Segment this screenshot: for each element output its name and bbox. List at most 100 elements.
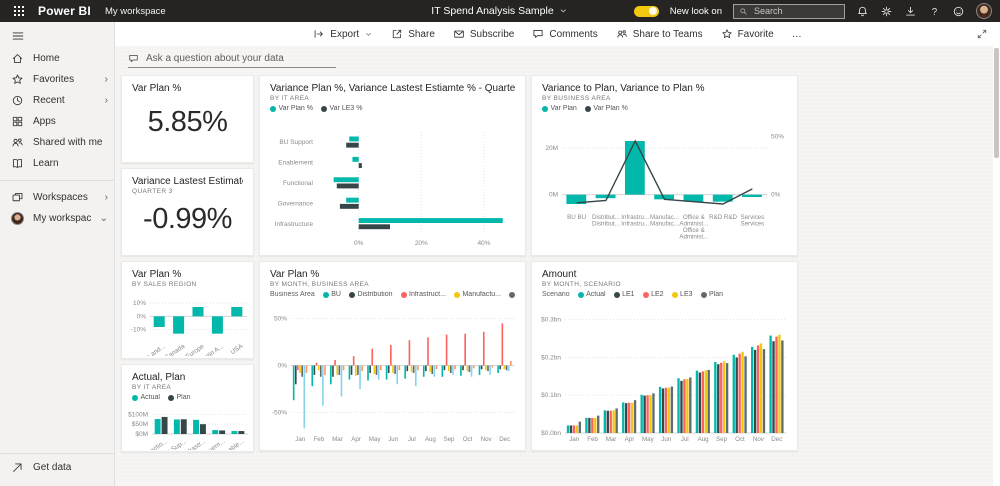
feedback-icon[interactable] bbox=[952, 5, 965, 18]
sidebar-item-shared-with-me[interactable]: Shared with me bbox=[0, 132, 114, 153]
sidebar-item-my-workspace[interactable]: My workspace⌄ bbox=[0, 208, 114, 229]
scrollbar-thumb[interactable] bbox=[994, 48, 999, 158]
book-icon bbox=[11, 157, 24, 170]
sidebar-divider bbox=[0, 180, 114, 181]
legend-dot bbox=[614, 292, 620, 298]
favorite-icon bbox=[721, 28, 733, 40]
tile-title: Var Plan % bbox=[132, 83, 243, 94]
divider bbox=[0, 453, 114, 454]
svg-text:Nov: Nov bbox=[753, 436, 765, 443]
new-look-toggle[interactable] bbox=[634, 6, 659, 17]
svg-text:Oct: Oct bbox=[463, 436, 473, 443]
profile-avatar[interactable] bbox=[976, 3, 992, 19]
svg-text:$0.0bn: $0.0bn bbox=[541, 430, 561, 437]
legend-item: Manufactu... bbox=[454, 291, 501, 298]
sidebar-item-recent[interactable]: Recent› bbox=[0, 90, 114, 111]
toolbar-item-label: Share bbox=[408, 29, 435, 40]
legend-dot bbox=[454, 292, 460, 298]
sidebar-item-apps[interactable]: Apps bbox=[0, 111, 114, 132]
more-options-button[interactable]: … bbox=[792, 29, 802, 40]
legend-dot bbox=[509, 292, 515, 298]
settings-icon[interactable] bbox=[880, 5, 893, 18]
svg-text:20M: 20M bbox=[545, 145, 558, 152]
chart-legend: Var Plan Var Plan % bbox=[542, 105, 787, 112]
topbar-search[interactable] bbox=[733, 4, 845, 19]
get-data-button[interactable]: Get data bbox=[0, 457, 114, 478]
comments-button[interactable]: Comments bbox=[532, 28, 597, 40]
tile-subtitle: BY MONTH, BUSINESS AREA bbox=[270, 281, 515, 288]
powerbi-logo[interactable]: Power BI bbox=[38, 4, 91, 18]
legend-item: Var LE3 % bbox=[321, 105, 362, 112]
legend-item: Var Plan bbox=[542, 105, 577, 112]
svg-text:Feb: Feb bbox=[587, 436, 598, 443]
report-title: IT Spend Analysis Sample bbox=[431, 5, 553, 17]
legend-title: Scenario bbox=[542, 291, 570, 298]
report-title-dropdown[interactable]: IT Spend Analysis Sample bbox=[431, 5, 568, 17]
sidebar-item-learn[interactable]: Learn bbox=[0, 153, 114, 174]
tile-actual-plan-by-it-area[interactable]: Actual, Plan BY IT AREA ActualPlan $100M… bbox=[121, 364, 254, 452]
tile-title: Var Plan % bbox=[132, 269, 243, 280]
svg-text:Infrastructure: Infrastructure bbox=[275, 221, 314, 228]
legend-item: LE2 bbox=[643, 291, 664, 298]
tile-var-plan-by-month-business-area[interactable]: Var Plan % BY MONTH, BUSINESS AREA Busin… bbox=[259, 261, 526, 451]
legend-item: Plan bbox=[168, 394, 191, 401]
tile-variance-to-plan-by-business-area[interactable]: Variance to Plan, Variance to Plan % BY … bbox=[531, 75, 798, 256]
chevron-icon: › bbox=[105, 193, 108, 203]
svg-text:Dec: Dec bbox=[771, 436, 782, 443]
favorite-button[interactable]: Favorite bbox=[721, 28, 774, 40]
toolbar-item-label: Export bbox=[330, 29, 359, 40]
tile-var-plan-kpi[interactable]: Var Plan % 5.85% bbox=[121, 75, 254, 163]
subscribe-button[interactable]: Subscribe bbox=[453, 28, 514, 40]
tile-variance-by-it-area[interactable]: Variance Plan %, Variance Lastest Estiam… bbox=[259, 75, 526, 256]
kpi-value: 5.85% bbox=[132, 94, 243, 157]
qna-input[interactable] bbox=[144, 52, 336, 65]
help-icon[interactable]: ? bbox=[928, 5, 941, 18]
subscribe-icon bbox=[453, 28, 465, 40]
get-data-label: Get data bbox=[33, 462, 71, 473]
share-to-teams-button[interactable]: Share to Teams bbox=[616, 28, 703, 40]
sidebar-item-favorites[interactable]: Favorites› bbox=[0, 69, 114, 90]
tile-title: Actual, Plan bbox=[132, 372, 243, 383]
qna-bar[interactable] bbox=[128, 52, 336, 68]
legend-item: Var Plan % bbox=[270, 105, 313, 112]
topbar-workspace-label[interactable]: My workspace bbox=[105, 6, 166, 17]
share-button[interactable]: Share bbox=[391, 28, 435, 40]
sidebar-item-label: Shared with me bbox=[33, 137, 102, 148]
svg-text:40%: 40% bbox=[477, 240, 490, 247]
fullscreen-icon[interactable] bbox=[976, 28, 988, 40]
download-icon[interactable] bbox=[904, 5, 917, 18]
sidebar: HomeFavorites›Recent›AppsShared with meL… bbox=[0, 22, 115, 486]
column-chart: $100M$50M$0MFunctio...BU Sup...Infrastr.… bbox=[126, 410, 250, 450]
chevron-down-icon bbox=[559, 6, 569, 16]
sidebar-nav: HomeFavorites›Recent›AppsShared with meL… bbox=[0, 48, 114, 229]
svg-text:0%: 0% bbox=[137, 313, 147, 320]
topbar: Power BI My workspace IT Spend Analysis … bbox=[0, 0, 1000, 22]
svg-text:Aug: Aug bbox=[425, 436, 437, 443]
hamburger-menu-icon[interactable] bbox=[11, 29, 25, 43]
svg-text:0M: 0M bbox=[549, 192, 558, 199]
svg-text:$50M: $50M bbox=[132, 421, 148, 428]
tile-variance-latest-estimate-kpi[interactable]: Variance Lastest Estimate % QUARTER 3 -0… bbox=[121, 168, 254, 256]
svg-text:Mar: Mar bbox=[606, 436, 617, 443]
tile-amount-by-month-scenario[interactable]: Amount BY MONTH, SCENARIO ScenarioActual… bbox=[531, 261, 798, 451]
scrollbar[interactable] bbox=[993, 46, 1000, 486]
sidebar-item-label: Favorites bbox=[33, 74, 74, 85]
tile-var-plan-by-sales-region[interactable]: Var Plan % BY SALES REGION 10%0%-10%Aus … bbox=[121, 261, 254, 359]
sidebar-item-workspaces[interactable]: Workspaces› bbox=[0, 187, 114, 208]
search-input[interactable] bbox=[752, 5, 839, 17]
svg-text:Sep: Sep bbox=[716, 436, 728, 443]
new-look-label: New look on bbox=[670, 6, 722, 17]
sidebar-item-label: Home bbox=[33, 53, 60, 64]
sidebar-item-home[interactable]: Home bbox=[0, 48, 114, 69]
svg-text:10%: 10% bbox=[133, 300, 146, 307]
notifications-icon[interactable] bbox=[856, 5, 869, 18]
workspaces-icon bbox=[11, 191, 24, 204]
export-button[interactable]: Export bbox=[313, 28, 373, 40]
svg-text:$0.3bn: $0.3bn bbox=[541, 317, 561, 324]
tile-subtitle: BY BUSINESS AREA bbox=[542, 95, 787, 102]
legend-item: Var Plan % bbox=[585, 105, 628, 112]
chart-legend: Var Plan % Var LE3 % bbox=[270, 105, 515, 112]
app-launcher-icon[interactable] bbox=[8, 0, 30, 22]
svg-text:Jun: Jun bbox=[388, 436, 399, 443]
people-icon bbox=[11, 136, 24, 149]
